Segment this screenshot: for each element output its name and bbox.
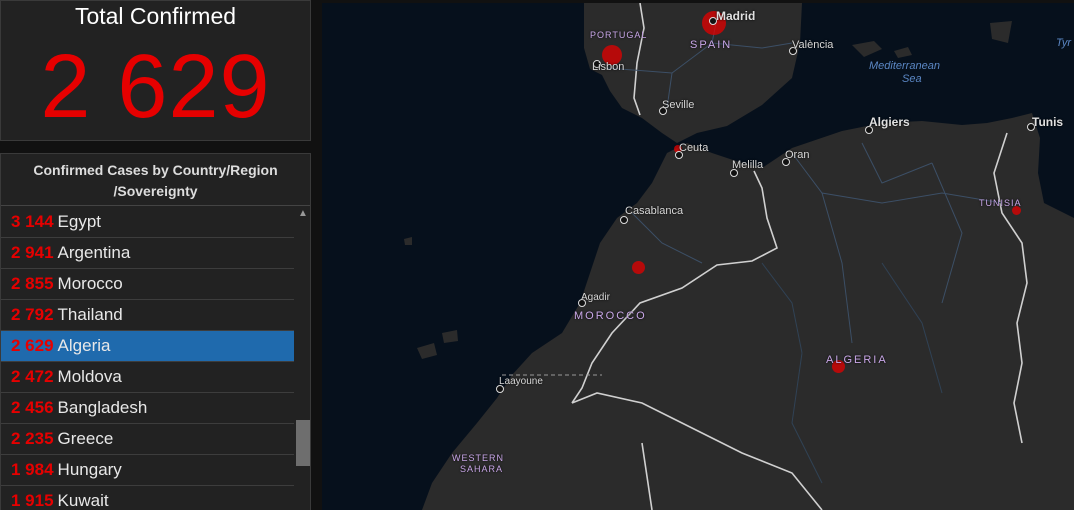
country-row-name: Moldova (57, 367, 122, 386)
city-label-melilla: Melilla (732, 159, 764, 171)
country-list: 3 144 Egypt 2 941 Argentina 2 855 Morocco 2 79… (1, 207, 294, 510)
map-view[interactable]: Madrid València Lisbon Seville Ceuta Mel… (322, 3, 1074, 510)
city-dot-casablanca (620, 216, 628, 224)
country-row-count: 2 792 (11, 305, 54, 324)
country-row-count: 2 855 (11, 274, 54, 293)
total-confirmed-value: 2 629 (40, 37, 271, 137)
country-row[interactable]: 2 855 Morocco (1, 269, 294, 300)
country-row-name: Argentina (57, 243, 131, 262)
country-row-name: Thailand (57, 305, 123, 324)
country-list-header: Confirmed Cases by Country/Region /Sover… (1, 154, 310, 206)
city-label-laayoune: Laayoune (499, 376, 543, 387)
country-row-count: 2 456 (11, 398, 54, 417)
country-label-spain: SPAIN (690, 39, 733, 51)
country-row-count: 2 629 (11, 336, 54, 355)
country-row[interactable]: 2 235 Greece (1, 424, 294, 455)
country-row[interactable]: 3 144 Egypt (1, 207, 294, 238)
city-label-seville: Seville (662, 99, 695, 111)
country-row[interactable]: 2 792 Thailand (1, 300, 294, 331)
sea-label-mediterranean-2: Sea (902, 73, 922, 85)
country-label-algeria: ALGERIA (826, 354, 888, 366)
country-list-scrollbar[interactable]: ▲ (295, 207, 310, 510)
country-row-name: Hungary (57, 460, 122, 479)
case-circle-morocco[interactable] (632, 261, 645, 274)
country-label-portugal: PORTUGAL (590, 30, 648, 40)
country-row[interactable]: 1 915 Kuwait (1, 486, 294, 510)
country-row-name: Morocco (57, 274, 123, 293)
country-list-panel: Confirmed Cases by Country/Region /Sover… (0, 153, 311, 510)
country-row-name: Greece (57, 429, 114, 448)
sea-label-mediterranean-1: Mediterranean (869, 60, 940, 72)
country-row[interactable]: 1 984 Hungary (1, 455, 294, 486)
city-label-casablanca: Casablanca (625, 205, 684, 217)
country-row-count: 2 235 (11, 429, 54, 448)
city-label-valencia: València (792, 39, 834, 51)
scroll-up-arrow-icon[interactable]: ▲ (295, 207, 310, 221)
country-row-count: 1 915 (11, 491, 54, 510)
country-row[interactable]: 2 629 Algeria (1, 331, 294, 362)
country-label-tunisia: TUNISIA (979, 198, 1022, 208)
country-row-count: 2 941 (11, 243, 54, 262)
country-row[interactable]: 2 472 Moldova (1, 362, 294, 393)
city-label-lisbon: Lisbon (592, 61, 625, 73)
country-list-header-line1: Confirmed Cases by Country/Region (33, 162, 278, 178)
sea-label-tyrrhenian: Tyr (1056, 37, 1072, 49)
country-label-western-sahara-1: WESTERN (452, 453, 504, 463)
total-confirmed-panel: Total Confirmed 2 629 (0, 0, 311, 141)
country-row-name: Egypt (57, 212, 102, 231)
city-label-algiers: Algiers (869, 115, 910, 129)
city-label-ceuta: Ceuta (679, 142, 709, 154)
dashboard-left-panel: Total Confirmed 2 629 Confirmed Cases by… (0, 0, 318, 510)
city-label-agadir: Agadir (581, 292, 610, 303)
country-row-name: Kuwait (57, 491, 109, 510)
country-row-count: 2 472 (11, 367, 54, 386)
city-label-tunis: Tunis (1032, 115, 1064, 129)
country-row-count: 3 144 (11, 212, 54, 231)
city-label-madrid: Madrid (716, 9, 756, 23)
country-row-count: 1 984 (11, 460, 54, 479)
total-confirmed-title: Total Confirmed (74, 3, 237, 29)
city-label-oran: Oran (785, 149, 810, 161)
country-label-western-sahara-2: SAHARA (460, 464, 504, 474)
country-row[interactable]: 2 456 Bangladesh (1, 393, 294, 424)
scrollbar-thumb[interactable] (296, 420, 310, 466)
country-label-morocco: MOROCCO (574, 310, 647, 322)
country-list-header-line2: /Sovereignty (113, 183, 198, 199)
country-row-name: Algeria (57, 336, 111, 355)
basemap (404, 3, 1074, 510)
country-row-name: Bangladesh (57, 398, 148, 417)
country-row[interactable]: 2 941 Argentina (1, 238, 294, 269)
